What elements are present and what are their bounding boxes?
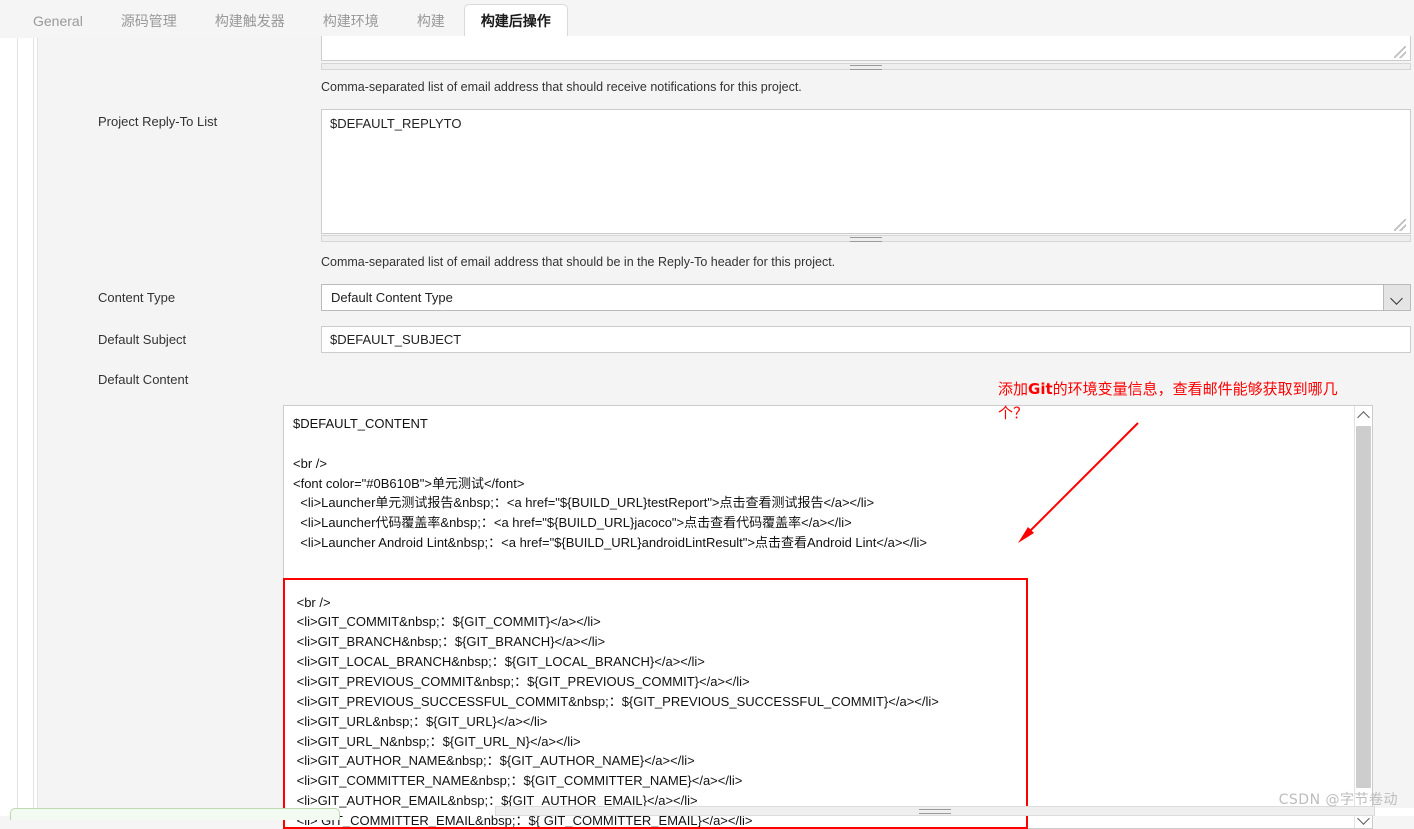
content-line bbox=[293, 573, 1333, 593]
content-line: <li>Launcher Android Lint&nbsp;：<a href=… bbox=[293, 535, 927, 551]
content-line bbox=[293, 553, 1333, 573]
content-line: <li>Launcher单元测试报告&nbsp;：<a href="${BUIL… bbox=[293, 495, 875, 511]
content-type-label: Content Type bbox=[98, 290, 176, 305]
content-line: <li>GIT_URL_N&nbsp;：${GIT_URL_N}</a></li… bbox=[293, 733, 581, 749]
default-content-resize-bar[interactable] bbox=[495, 806, 1375, 816]
default-subject-label: Default Subject bbox=[98, 332, 187, 347]
annotation-prefix: 添加 bbox=[998, 380, 1029, 398]
tab-bar: General 源码管理 构建触发器 构建环境 构建 构建后操作 bbox=[0, 0, 1414, 39]
content-line: <li>GIT_AUTHOR_NAME&nbsp;：${GIT_AUTHOR_N… bbox=[293, 753, 695, 769]
scrollbar-thumb[interactable] bbox=[1356, 426, 1371, 788]
content-line: <br /> bbox=[293, 594, 331, 610]
content-line: <br /> bbox=[293, 455, 327, 471]
content-line: <li>GIT_BRANCH&nbsp;：${GIT_BRANCH}</a></… bbox=[293, 634, 606, 650]
reply-to-textarea-resize-bar[interactable] bbox=[321, 235, 1411, 242]
csdn-watermark: CSDN @字节卷动 bbox=[1278, 792, 1398, 808]
tab-build-environment[interactable]: 构建环境 bbox=[304, 4, 398, 38]
chevron-down-icon[interactable] bbox=[1383, 285, 1410, 310]
resize-grip-icon[interactable] bbox=[1394, 46, 1406, 58]
tab-general[interactable]: General bbox=[14, 4, 102, 38]
annotation-arrow-icon bbox=[1018, 422, 1139, 543]
project-reply-to-list-label: Project Reply-To List bbox=[98, 114, 218, 129]
content-line: <li>GIT_PREVIOUS_SUCCESSFUL_COMMIT&nbsp;… bbox=[293, 693, 939, 709]
content-line: <li>GIT_COMMIT&nbsp;：${GIT_COMMIT}</a></… bbox=[293, 614, 601, 630]
content-line: <li>GIT_URL&nbsp;：${GIT_URL}</a></li> bbox=[293, 713, 548, 729]
scroll-up-arrow-icon[interactable] bbox=[1355, 406, 1372, 424]
content-line: <li>Launcher代码覆盖率&nbsp;：<a href="${BUILD… bbox=[293, 515, 852, 531]
content-type-selected-value: Default Content Type bbox=[331, 290, 453, 305]
config-form-page: Comma-separated list of email address th… bbox=[0, 36, 1414, 829]
tab-list: General 源码管理 构建触发器 构建环境 构建 构建后操作 bbox=[14, 4, 568, 39]
content-line: <li>GIT_PREVIOUS_COMMIT&nbsp;：${GIT_PREV… bbox=[293, 673, 750, 689]
recipient-textarea-resize-bar[interactable] bbox=[321, 63, 1411, 70]
content-line bbox=[293, 434, 1333, 454]
gutter-rail-outer bbox=[17, 38, 18, 816]
gutter-rail-middle bbox=[33, 38, 34, 816]
content-line: <li>GIT_LOCAL_BRANCH&nbsp;：${GIT_LOCAL_B… bbox=[293, 654, 705, 670]
content-type-select[interactable]: Default Content Type bbox=[321, 284, 1411, 311]
tab-source-code-management[interactable]: 源码管理 bbox=[102, 4, 196, 38]
reply-to-resize-grip-icon[interactable] bbox=[1394, 219, 1406, 231]
default-content-text: $DEFAULT_CONTENT <br /> <font color="#0B6… bbox=[293, 414, 1333, 828]
default-content-scrollbar[interactable] bbox=[1354, 406, 1372, 828]
tab-post-build-actions[interactable]: 构建后操作 bbox=[463, 4, 568, 39]
recipient-list-help-text: Comma-separated list of email address th… bbox=[321, 80, 802, 94]
tab-build-triggers[interactable]: 构建触发器 bbox=[196, 4, 304, 38]
tab-build[interactable]: 构建 bbox=[398, 4, 464, 38]
default-content-label: Default Content bbox=[98, 372, 189, 387]
recipient-list-textarea-partial[interactable] bbox=[321, 36, 1411, 61]
default-content-textarea[interactable]: $DEFAULT_CONTENT <br /> <font color="#0B6… bbox=[283, 405, 1373, 829]
project-reply-to-list-textarea[interactable] bbox=[321, 109, 1411, 234]
bottom-green-panel bbox=[10, 808, 340, 820]
content-line: <font color="#0B610B">单元测试</font> bbox=[293, 475, 525, 491]
default-subject-input[interactable] bbox=[321, 326, 1411, 353]
content-line: <li>GIT_COMMITTER_NAME&nbsp;：${GIT_COMMI… bbox=[293, 773, 743, 789]
reply-to-help-text: Comma-separated list of email address th… bbox=[321, 255, 836, 269]
annotation-emphasis: Git bbox=[1028, 380, 1053, 398]
